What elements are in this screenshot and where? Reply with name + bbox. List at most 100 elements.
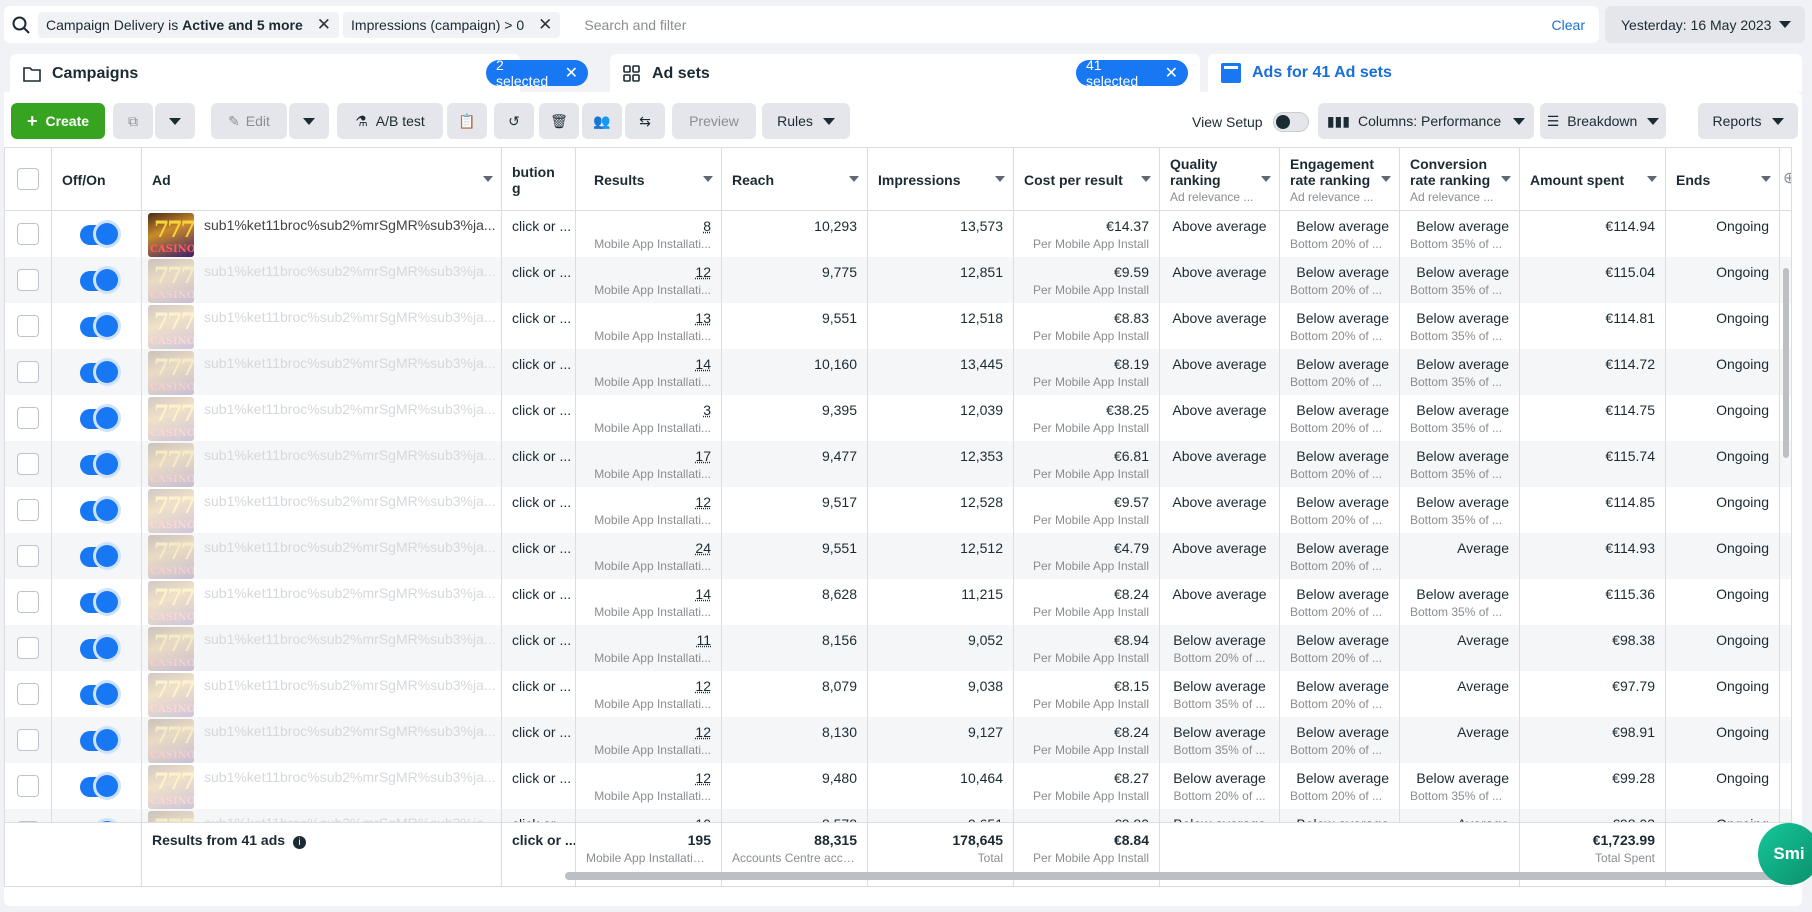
ad-name[interactable]: sub1%ket11broc%sub2%mrSgMR%sub3%ja... <box>204 447 496 463</box>
ad-name-cell[interactable]: 777CASINO sub1%ket11broc%sub2%mrSgMR%sub3… <box>142 533 502 579</box>
ad-name[interactable]: sub1%ket11broc%sub2%mrSgMR%sub3%ja... <box>204 723 496 739</box>
ad-on-off-toggle[interactable] <box>80 637 118 659</box>
reports-button[interactable]: Reports <box>1698 103 1798 139</box>
ad-on-off-toggle[interactable] <box>80 223 118 245</box>
ad-name[interactable]: sub1%ket11broc%sub2%mrSgMR%sub3%ja... <box>204 585 496 601</box>
row-checkbox[interactable] <box>17 775 39 797</box>
table-row[interactable]: 777CASINO sub1%ket11broc%sub2%mrSgMR%sub3… <box>5 579 1791 625</box>
table-row[interactable]: 777CASINO sub1%ket11broc%sub2%mrSgMR%sub3… <box>5 533 1791 579</box>
duplicate-button[interactable]: ⧉ <box>113 103 153 139</box>
row-checkbox[interactable] <box>17 407 39 429</box>
ad-name-cell[interactable]: 777CASINO sub1%ket11broc%sub2%mrSgMR%sub3… <box>142 625 502 671</box>
ad-name[interactable]: sub1%ket11broc%sub2%mrSgMR%sub3%ja... <box>204 263 496 279</box>
ad-name[interactable]: sub1%ket11broc%sub2%mrSgMR%sub3%ja... <box>204 401 496 417</box>
column-header-quality-ranking[interactable]: Quality ranking Ad relevance ... <box>1160 148 1280 211</box>
sort-icon[interactable] <box>849 176 859 182</box>
row-checkbox[interactable] <box>17 453 39 475</box>
vertical-scrollbar[interactable] <box>1783 268 1789 458</box>
chat-widget-button[interactable]: Smi <box>1758 823 1812 885</box>
column-header-attribution[interactable]: bution g <box>502 148 576 211</box>
duplicate-dropdown[interactable] <box>155 103 195 139</box>
table-row[interactable]: 777CASINO sub1%ket11broc%sub2%mrSgMR%sub3… <box>5 441 1791 487</box>
ad-name-cell[interactable]: 777CASINO sub1%ket11broc%sub2%mrSgMR%sub3… <box>142 579 502 625</box>
table-row[interactable]: 777CASINO sub1%ket11broc%sub2%mrSgMR%sub3… <box>5 717 1791 763</box>
ab-test-button[interactable]: ⚗ A/B test <box>337 103 443 139</box>
ad-thumbnail[interactable]: 777CASINO <box>148 397 194 441</box>
sort-icon[interactable] <box>995 176 1005 182</box>
ad-name[interactable]: sub1%ket11broc%sub2%mrSgMR%sub3%ja... <box>204 309 496 325</box>
tab-campaigns[interactable]: Campaigns 2 selected ✕ <box>10 54 588 94</box>
ad-name-cell[interactable]: 777CASINO sub1%ket11broc%sub2%mrSgMR%sub3… <box>142 349 502 395</box>
create-button[interactable]: + Create <box>11 103 105 139</box>
date-range-picker[interactable]: Yesterday: 16 May 2023 <box>1605 6 1805 43</box>
audience-button[interactable]: 👥 <box>582 103 622 139</box>
ad-on-off-toggle[interactable] <box>80 545 118 567</box>
breakdown-button[interactable]: ☰ Breakdown <box>1540 103 1666 139</box>
table-row[interactable]: 777CASINO sub1%ket11broc%sub2%mrSgMR%sub3… <box>5 395 1791 441</box>
ad-name[interactable]: sub1%ket11broc%sub2%mrSgMR%sub3%ja... <box>204 631 496 647</box>
clear-filters-link[interactable]: Clear <box>1552 17 1585 33</box>
search-filter-bar[interactable]: Campaign Delivery is Active and 5 more ✕… <box>4 6 1599 43</box>
table-row[interactable]: 777CASINO sub1%ket11broc%sub2%mrSgMR%sub3… <box>5 671 1791 717</box>
table-row[interactable]: 777CASINO sub1%ket11broc%sub2%mrSgMR%sub3… <box>5 763 1791 809</box>
preview-button[interactable]: Preview <box>672 103 756 139</box>
ad-on-off-toggle[interactable] <box>80 315 118 337</box>
ad-name-cell[interactable]: 777CASINO sub1%ket11broc%sub2%mrSgMR%sub3… <box>142 257 502 303</box>
row-checkbox[interactable] <box>17 637 39 659</box>
horizontal-scrollbar[interactable] <box>565 872 1780 880</box>
ad-name[interactable]: sub1%ket11broc%sub2%mrSgMR%sub3%ja... <box>204 677 496 693</box>
ad-on-off-toggle[interactable] <box>80 729 118 751</box>
tab-ads[interactable]: Ads for 41 Ad sets <box>1208 54 1802 92</box>
ad-name-cell[interactable]: 777CASINO sub1%ket11broc%sub2%mrSgMR%sub3… <box>142 671 502 717</box>
ad-name-cell[interactable]: 777CASINO sub1%ket11broc%sub2%mrSgMR%sub3… <box>142 395 502 441</box>
select-all-checkbox[interactable] <box>17 168 39 190</box>
ad-on-off-toggle[interactable] <box>80 775 118 797</box>
column-header-ends[interactable]: Ends <box>1666 148 1780 211</box>
ad-thumbnail[interactable]: 777CASINO <box>148 535 194 579</box>
ad-name-cell[interactable]: 777CASINO sub1%ket11broc%sub2%mrSgMR%sub3… <box>142 211 502 257</box>
close-icon[interactable]: ✕ <box>1165 63 1178 83</box>
sort-icon[interactable] <box>483 176 493 182</box>
adsets-selected-pill[interactable]: 41 selected ✕ <box>1076 57 1188 89</box>
column-header-cost-per-result[interactable]: Cost per result <box>1014 148 1160 211</box>
row-checkbox[interactable] <box>17 499 39 521</box>
ad-thumbnail[interactable]: 777CASINO <box>148 443 194 487</box>
sort-icon[interactable] <box>1647 176 1657 182</box>
columns-button[interactable]: ▮▮▮ Columns: Performance <box>1318 103 1534 139</box>
ad-name-cell[interactable]: 777CASINO sub1%ket11broc%sub2%mrSgMR%sub3… <box>142 763 502 809</box>
search-input[interactable]: Search and filter <box>584 17 1551 33</box>
sort-icon[interactable] <box>1761 176 1771 182</box>
row-checkbox[interactable] <box>17 545 39 567</box>
ad-thumbnail[interactable]: 777CASINO <box>148 627 194 671</box>
ad-name[interactable]: sub1%ket11broc%sub2%mrSgMR%sub3%ja... <box>204 355 496 371</box>
close-icon[interactable]: ✕ <box>317 15 331 35</box>
sort-icon[interactable] <box>703 176 713 182</box>
ad-on-off-toggle[interactable] <box>80 407 118 429</box>
table-row[interactable]: 777CASINO sub1%ket11broc%sub2%mrSgMR%sub3… <box>5 211 1791 257</box>
ad-name[interactable]: sub1%ket11broc%sub2%mrSgMR%sub3%ja... <box>204 539 496 555</box>
ad-name-cell[interactable]: 777CASINO sub1%ket11broc%sub2%mrSgMR%sub3… <box>142 441 502 487</box>
edit-button[interactable]: ✎ Edit <box>211 103 287 139</box>
column-header-reach[interactable]: Reach <box>722 148 868 211</box>
column-header-offon[interactable]: Off/On <box>52 148 142 211</box>
ad-thumbnail[interactable]: 777CASINO <box>148 351 194 395</box>
undo-button[interactable]: ↺ <box>494 103 534 139</box>
column-header-impressions[interactable]: Impressions <box>868 148 1014 211</box>
row-checkbox[interactable] <box>17 361 39 383</box>
ad-on-off-toggle[interactable] <box>80 499 118 521</box>
ad-thumbnail[interactable]: 777CASINO <box>148 305 194 349</box>
close-icon[interactable]: ✕ <box>565 63 578 83</box>
row-checkbox[interactable] <box>17 223 39 245</box>
row-checkbox[interactable] <box>17 269 39 291</box>
row-checkbox[interactable] <box>17 591 39 613</box>
sort-icon[interactable] <box>1261 176 1271 182</box>
column-header-results[interactable]: Results <box>576 148 722 211</box>
clipboard-button[interactable]: 📋 <box>447 103 487 139</box>
ad-name[interactable]: sub1%ket11broc%sub2%mrSgMR%sub3%ja... <box>204 493 496 509</box>
ad-on-off-toggle[interactable] <box>80 591 118 613</box>
column-header-ad[interactable]: Ad <box>142 148 502 211</box>
ad-thumbnail[interactable]: 777CASINO <box>148 719 194 763</box>
filter-chip-impressions[interactable]: Impressions (campaign) > 0 ✕ <box>343 11 561 38</box>
ad-on-off-toggle[interactable] <box>80 361 118 383</box>
column-header-engagement-ranking[interactable]: Engagement rate ranking Ad relevance ... <box>1280 148 1400 211</box>
